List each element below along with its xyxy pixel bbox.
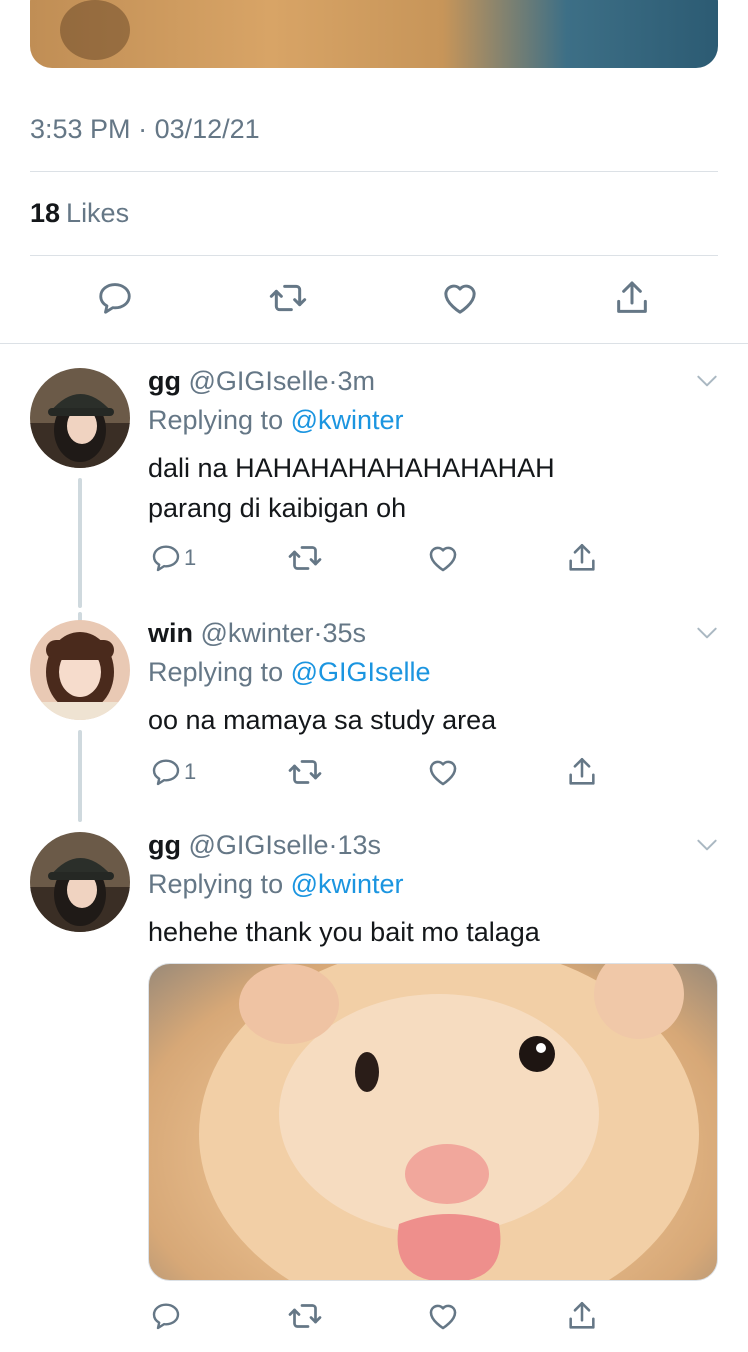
reply-text: oo na mamaya sa study area [148, 700, 708, 740]
mention-link[interactable]: @kwinter [291, 405, 404, 435]
retweet-icon [288, 760, 322, 784]
likes-label: Likes [66, 198, 130, 228]
chevron-down-icon [697, 627, 717, 639]
tweet-action-bar [0, 278, 748, 322]
reply-count: 1 [184, 759, 197, 784]
replying-to: Replying to @kwinter [148, 405, 404, 436]
reply-action-bar: 1 [0, 754, 748, 794]
share-icon [617, 281, 647, 313]
likes-count: 18 [30, 198, 61, 228]
share-button[interactable] [565, 754, 599, 790]
reply-header: win @kwinter·35s [148, 618, 366, 649]
reply-action-bar [0, 1298, 748, 1338]
share-button[interactable] [612, 278, 652, 318]
chevron-down-icon [697, 839, 717, 851]
replying-to: Replying to @kwinter [148, 869, 404, 900]
reply-button[interactable]: 1 [150, 540, 196, 576]
like-button[interactable] [426, 1298, 460, 1334]
reply-action-bar: 1 [0, 540, 748, 580]
likes-summary[interactable]: 18 Likes [30, 198, 129, 229]
share-button[interactable] [565, 1298, 599, 1334]
reply-icon [152, 759, 180, 786]
share-button[interactable] [565, 540, 599, 576]
reply-time[interactable]: 35s [322, 618, 366, 648]
retweet-icon [269, 284, 307, 312]
share-icon [569, 543, 595, 571]
mention-link[interactable]: @kwinter [291, 869, 404, 899]
text-line: parang di kaibigan oh [148, 493, 407, 523]
text-line: oo na mamaya sa study area [148, 705, 497, 735]
divider [30, 255, 718, 256]
display-name[interactable]: gg [148, 366, 181, 396]
reply-icon [99, 283, 131, 314]
retweet-button[interactable] [286, 754, 324, 790]
reply-button[interactable] [150, 1298, 182, 1334]
reply-time[interactable]: 3m [337, 366, 375, 396]
timestamp-separator: · [138, 114, 148, 144]
reply-button[interactable] [96, 278, 134, 318]
share-icon [569, 1301, 595, 1329]
user-handle[interactable]: @GIGIselle [189, 366, 329, 396]
retweet-button[interactable] [266, 278, 310, 318]
more-options-button[interactable] [694, 832, 720, 863]
divider [0, 343, 748, 344]
replying-prefix: Replying to [148, 405, 284, 435]
reply-icon [152, 545, 180, 572]
like-icon [429, 760, 457, 786]
like-icon [429, 546, 457, 572]
display-name[interactable]: gg [148, 830, 181, 860]
reply-count: 1 [184, 545, 197, 570]
reply-button[interactable]: 1 [150, 754, 196, 790]
more-options-button[interactable] [694, 620, 720, 651]
replying-prefix: Replying to [148, 869, 284, 899]
display-name[interactable]: win [148, 618, 193, 648]
avatar[interactable] [30, 620, 130, 720]
retweet-button[interactable] [286, 540, 324, 576]
reply-media-image[interactable] [148, 963, 718, 1281]
more-options-button[interactable] [694, 368, 720, 399]
like-button[interactable] [426, 540, 460, 576]
user-handle[interactable]: @kwinter [201, 618, 314, 648]
user-handle[interactable]: @GIGIselle [189, 830, 329, 860]
avatar[interactable] [30, 368, 130, 468]
reply-header: gg @GIGIselle·3m [148, 366, 375, 397]
tweet-date: 03/12/21 [154, 114, 260, 144]
tweet-time: 3:53 PM [30, 114, 131, 144]
chevron-down-icon [697, 375, 717, 387]
divider [30, 171, 718, 172]
like-button[interactable] [440, 278, 480, 318]
replying-prefix: Replying to [148, 657, 284, 687]
reply-header: gg @GIGIselle·13s [148, 830, 381, 861]
reply-text: hehehe thank you bait mo talaga [148, 912, 708, 952]
share-icon [569, 757, 595, 785]
avatar[interactable] [30, 832, 130, 932]
like-icon [444, 284, 476, 314]
text-line: hehehe thank you bait mo talaga [148, 917, 540, 947]
retweet-icon [288, 546, 322, 570]
replying-to: Replying to @GIGIselle [148, 657, 431, 688]
retweet-button[interactable] [286, 1298, 324, 1334]
retweet-icon [288, 1304, 322, 1328]
tweet-media-image[interactable] [30, 0, 718, 68]
tweet-timestamp: 3:53 PM · 03/12/21 [30, 114, 260, 145]
mention-link[interactable]: @GIGIselle [291, 657, 431, 687]
like-icon [429, 1304, 457, 1330]
text-line: dali na HAHAHAHAHAHAHAHAH [148, 453, 555, 483]
like-button[interactable] [426, 754, 460, 790]
reply-icon [152, 1303, 180, 1330]
reply-text: dali na HAHAHAHAHAHAHAHAH parang di kaib… [148, 448, 708, 528]
reply-time[interactable]: 13s [337, 830, 381, 860]
